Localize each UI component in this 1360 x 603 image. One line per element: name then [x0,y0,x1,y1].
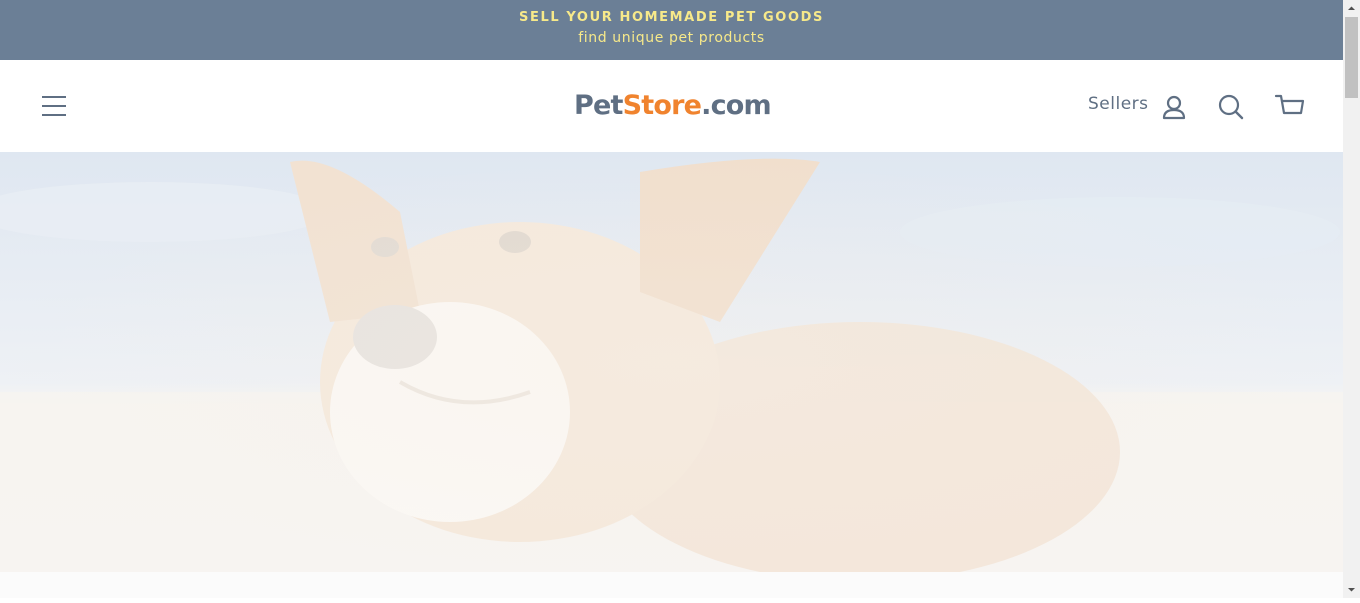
site-logo[interactable]: PetStore.com [574,86,772,126]
sellers-link[interactable]: Sellers [1088,94,1149,114]
page-scrollbar[interactable] [1343,0,1360,598]
logo-com: .com [701,90,772,121]
hero-banner[interactable] [0,152,1343,572]
cart-icon [1274,94,1305,115]
announcement-bar[interactable]: SELL YOUR HOMEMADE PET GOODS find unique… [0,0,1343,60]
logo-store: Store [622,90,702,121]
logo-pet: Pet [574,90,623,121]
scroll-down-button[interactable] [1343,581,1360,598]
scrollbar-thumb[interactable] [1345,17,1358,98]
cart-button[interactable] [1274,92,1306,122]
content-below-hero [0,572,1343,598]
chevron-down-icon [1348,588,1355,592]
scroll-up-button[interactable] [1343,0,1360,17]
hamburger-menu-icon [42,96,66,116]
account-button[interactable] [1160,93,1188,121]
search-button[interactable] [1217,93,1245,121]
page: SELL YOUR HOMEMADE PET GOODS find unique… [0,0,1343,598]
announcement-subline[interactable]: find unique pet products [0,30,1343,46]
hero-corgi-image [0,152,1343,572]
site-header: PetStore.com Sellers [0,60,1343,152]
menu-button[interactable] [40,93,68,119]
user-icon [1162,95,1186,120]
announcement-headline[interactable]: SELL YOUR HOMEMADE PET GOODS [0,10,1343,25]
search-icon [1218,94,1244,120]
chevron-up-icon [1348,6,1355,10]
